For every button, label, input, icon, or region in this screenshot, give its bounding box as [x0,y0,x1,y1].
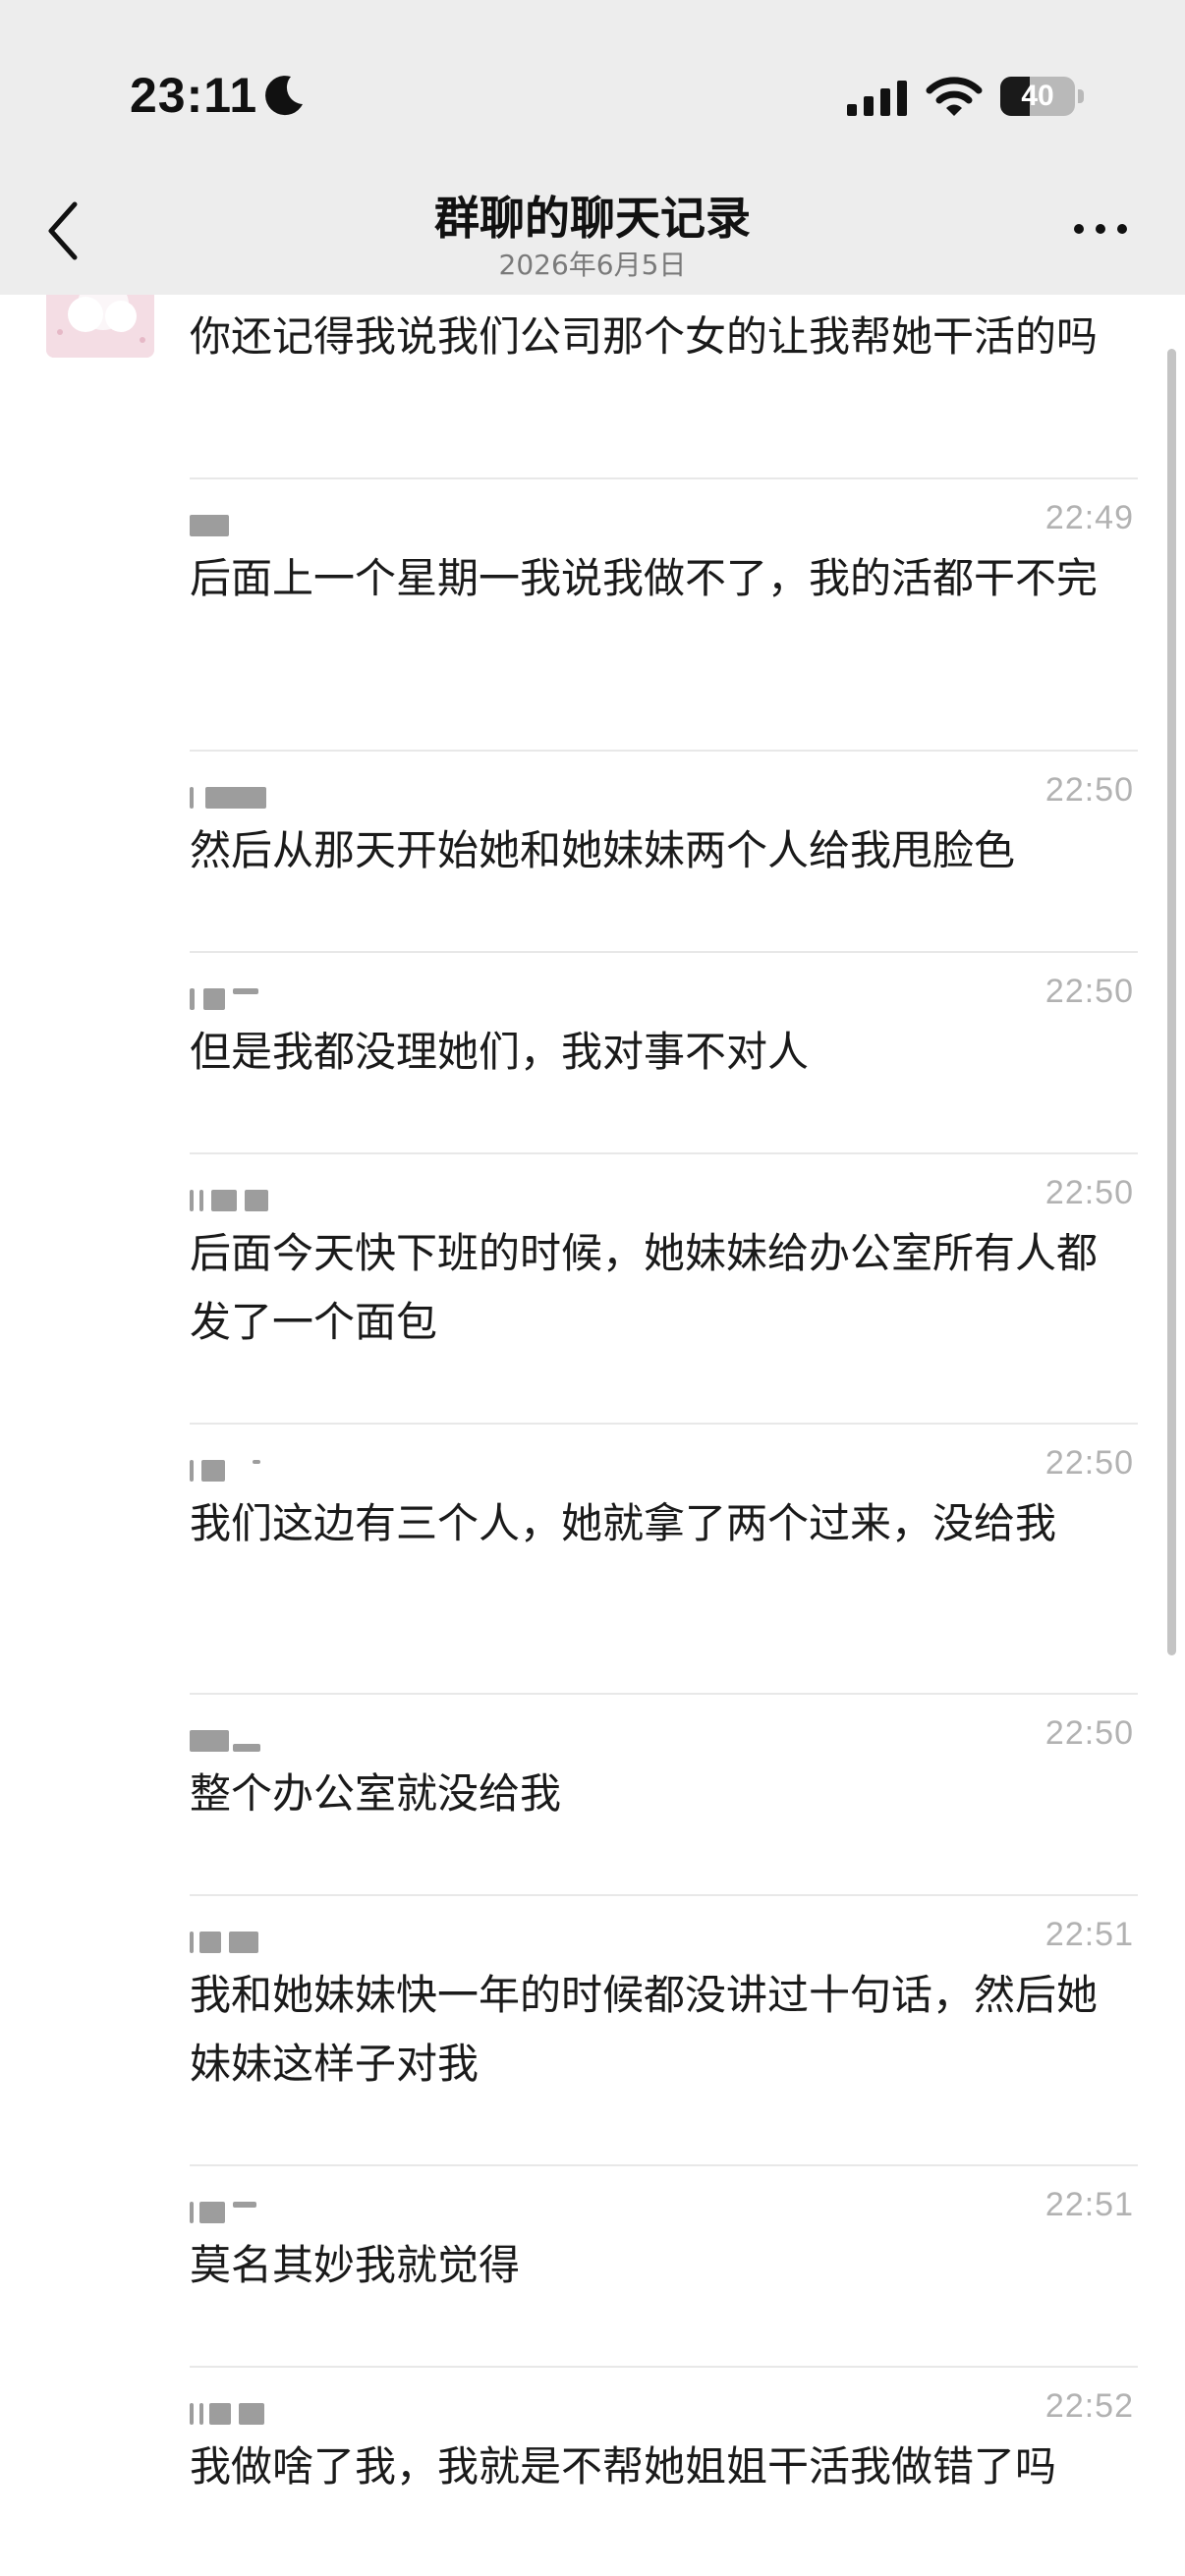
message-text: 我们这边有三个人，她就拿了两个过来，没给我 [190,1499,1057,1547]
sender-name-redacted [190,1932,260,1953]
back-button[interactable] [39,196,88,265]
moon-icon [265,76,303,116]
divider [190,750,1138,752]
more-horizontal-icon [1074,224,1127,234]
message-time: 22:52 [1044,2387,1134,2425]
divider [190,1152,1138,1154]
chat-record-list[interactable]: 你还记得我说我们公司那个女的让我帮她干活的吗 22:49 后面上一个星期一我说我… [0,295,1185,2576]
battery-cap [1078,89,1084,103]
message-text: 我做啥了我，我就是不帮她姐姐干活我做错了吗 [190,2442,1057,2491]
sender-name-redacted [190,2202,258,2223]
sender-name-redacted [190,515,229,536]
more-button[interactable] [1071,214,1130,244]
sender-name-redacted [190,1460,268,1482]
page-title: 群聊的聊天记录 [434,192,751,245]
header: 23:11 40 群聊的聊天记录 2026年6月5日 [0,0,1185,295]
status-time: 23:11 [130,68,258,123]
page-subtitle-date: 2026年6月5日 [498,249,687,281]
sender-name-redacted [190,1190,270,1211]
chat-history-screen: 23:11 40 群聊的聊天记录 2026年6月5日 你还记得我说我们公司那个女… [0,0,1185,2576]
message-text: 整个办公室就没给我 [190,1769,562,1818]
avatar [46,295,154,358]
sender-name-redacted [190,2403,268,2425]
signal-icon [847,81,907,116]
message-time: 22:50 [1044,771,1134,809]
battery-icon: 40 [1000,77,1075,116]
divider [190,1894,1138,1896]
message-text: 我和她妹妹快一年的时候都没讲过十句话，然后她妹妹这样子对我 [190,1971,1099,2088]
battery-level-text: 40 [1021,80,1054,112]
message-time: 22:51 [1044,1916,1134,1953]
scrollbar[interactable] [1167,349,1176,1655]
divider [190,2164,1138,2166]
message-text: 后面今天快下班的时候，她妹妹给办公室所有人都发了一个面包 [190,1229,1099,1346]
message-text: 然后从那天开始她和她妹妹两个人给我甩脸色 [190,826,1016,874]
message-time: 22:49 [1044,499,1134,536]
message-text: 莫名其妙我就觉得 [190,2241,521,2289]
divider [190,2366,1138,2368]
sender-name-redacted [190,988,260,1010]
message-text: 但是我都没理她们，我对事不对人 [190,1028,810,1076]
wifi-icon [926,77,983,116]
message-text: 你还记得我说我们公司那个女的让我帮她干活的吗 [190,312,1099,361]
message-text: 后面上一个星期一我说我做不了，我的活都干不完 [190,554,1099,602]
message-time: 22:50 [1044,1174,1134,1211]
chevron-left-icon [48,201,78,260]
message-time: 22:50 [1044,1444,1134,1482]
message-time: 22:50 [1044,1714,1134,1752]
message-time: 22:50 [1044,973,1134,1010]
divider [190,1693,1138,1695]
divider [190,477,1138,479]
divider [190,951,1138,953]
sender-name-redacted [190,1730,262,1752]
divider [190,1423,1138,1425]
sender-name-redacted [190,787,266,809]
message-time: 22:51 [1044,2186,1134,2223]
